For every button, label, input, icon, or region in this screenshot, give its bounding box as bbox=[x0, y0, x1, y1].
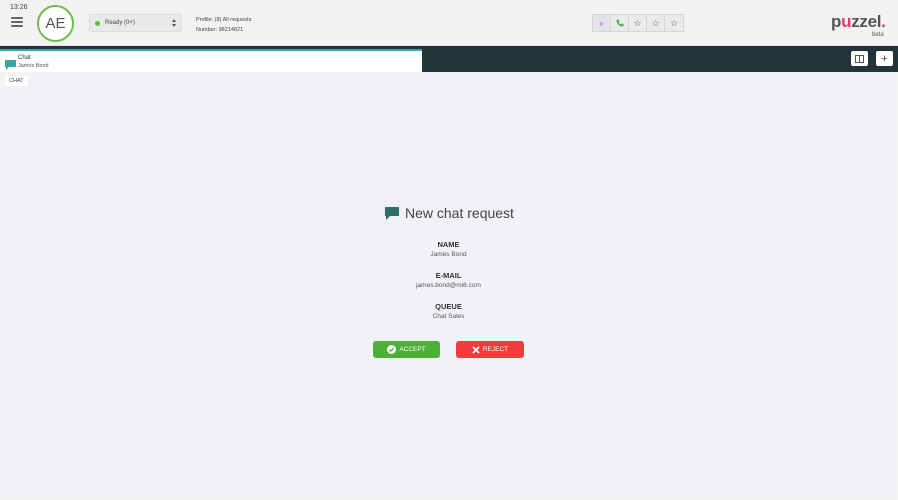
request-title-text: New chat request bbox=[405, 205, 514, 221]
hamburger-menu-icon[interactable] bbox=[11, 17, 23, 27]
main-panel: CHAT New chat request NAME James Bond E-… bbox=[2, 74, 895, 497]
status-select[interactable]: Ready (0+) bbox=[89, 14, 182, 32]
avatar[interactable]: AE bbox=[37, 5, 74, 42]
name-label: NAME bbox=[437, 240, 460, 249]
queue-label: QUEUE bbox=[435, 302, 462, 311]
close-icon bbox=[472, 345, 480, 354]
name-value: James Bond bbox=[430, 251, 467, 258]
profile-info: Profile: (8) All requests Number: 982148… bbox=[196, 15, 251, 35]
chat-bubble-icon bbox=[5, 57, 16, 70]
profile-line: Profile: (8) All requests bbox=[196, 17, 252, 23]
request-title: New chat request bbox=[385, 205, 514, 221]
status-label: Ready (0+) bbox=[105, 20, 135, 26]
reject-button[interactable]: REJECT bbox=[456, 341, 524, 358]
tab-chat[interactable]: Chat James Bond bbox=[0, 49, 422, 72]
section-label: CHAT bbox=[5, 76, 28, 86]
queue-value: Chat Sales bbox=[432, 313, 465, 320]
select-arrows-icon bbox=[172, 18, 177, 28]
email-label: E-MAIL bbox=[435, 271, 462, 280]
number-line: Number: 98214821 bbox=[196, 27, 244, 33]
clock-time: 13:26 bbox=[10, 4, 28, 11]
status-dot-icon bbox=[95, 20, 100, 26]
tab-bar: Chat James Bond + bbox=[0, 46, 898, 72]
add-tab-button[interactable]: + bbox=[876, 51, 893, 66]
email-value: james.bond@mi6.com bbox=[416, 282, 481, 289]
top-header: 13:26 AE Ready (0+) Profile: (8) All req… bbox=[0, 0, 898, 46]
star-icon[interactable]: ☆ bbox=[629, 15, 647, 31]
columns-icon[interactable] bbox=[851, 51, 868, 66]
puzzel-logo: puzzel. bbox=[831, 12, 886, 31]
star-icon[interactable]: ☆ bbox=[665, 15, 683, 31]
forward-icon[interactable]: » bbox=[593, 15, 611, 31]
phone-icon[interactable] bbox=[611, 15, 629, 31]
quick-actions-bar: » ☆ ☆ ☆ bbox=[592, 14, 684, 32]
check-circle-icon bbox=[387, 345, 397, 354]
reject-label: REJECT bbox=[482, 346, 509, 353]
tab-subtitle: James Bond bbox=[18, 63, 49, 69]
accept-label: ACCEPT bbox=[399, 346, 426, 353]
chat-bubble-icon bbox=[385, 206, 399, 220]
accept-button[interactable]: ACCEPT bbox=[373, 341, 440, 358]
tab-title: Chat bbox=[18, 55, 31, 61]
star-icon[interactable]: ☆ bbox=[647, 15, 665, 31]
beta-label: beta bbox=[872, 32, 884, 38]
